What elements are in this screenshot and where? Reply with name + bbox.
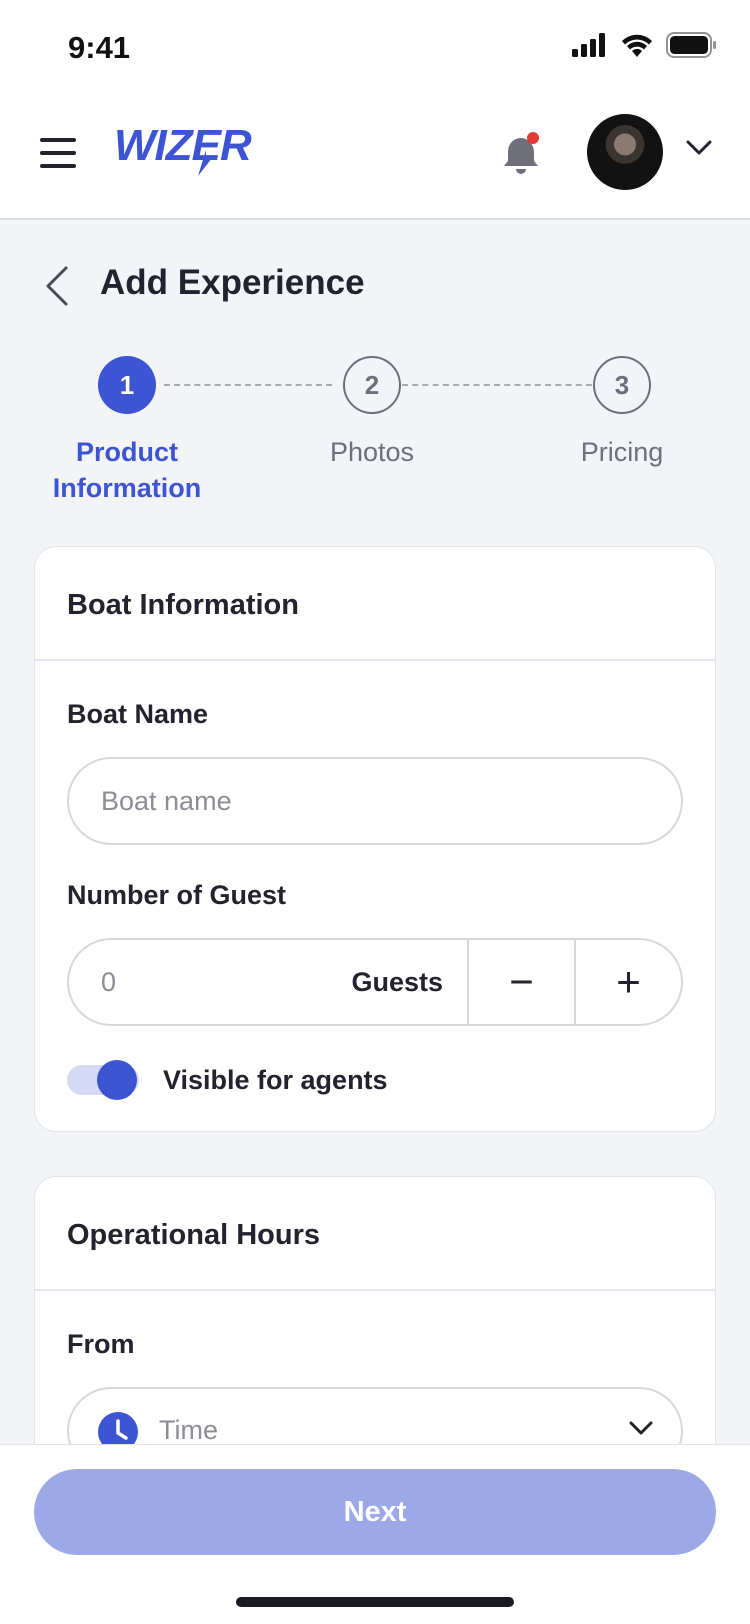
card-title: Operational Hours: [35, 1177, 715, 1291]
notification-dot: [527, 132, 539, 144]
chevron-down-icon: [629, 1421, 653, 1435]
home-indicator: [236, 1597, 514, 1607]
back-arrow-icon[interactable]: [40, 264, 80, 308]
wifi-icon: [622, 34, 652, 57]
page-title: Add Experience: [100, 263, 365, 302]
from-label: From: [67, 1329, 135, 1359]
user-avatar[interactable]: [587, 114, 663, 190]
progress-stepper: 1 2 3 Product Information Photos Pricing: [0, 356, 750, 516]
next-button[interactable]: Next: [34, 1469, 716, 1555]
status-bar: 9:41: [0, 0, 750, 96]
guests-value: 0: [101, 966, 117, 997]
step-3-circle[interactable]: 3: [593, 356, 651, 414]
boat-name-label: Boat Name: [67, 699, 209, 729]
step-1-circle[interactable]: 1: [98, 356, 156, 414]
guests-stepper: 0 Guests − +: [67, 938, 683, 1026]
step-3-label[interactable]: Pricing: [522, 434, 722, 470]
decrement-button[interactable]: −: [467, 940, 574, 1024]
status-icons: [572, 32, 718, 58]
battery-icon: [666, 32, 716, 58]
bottom-action-bar: Next: [0, 1444, 750, 1624]
card-title: Boat Information: [35, 547, 715, 661]
visible-for-agents-toggle[interactable]: [67, 1060, 139, 1100]
step-1-label[interactable]: Product Information: [27, 434, 227, 506]
status-time: 9:41: [68, 30, 131, 65]
brand-text: WIZER: [114, 121, 252, 170]
menu-icon[interactable]: [40, 138, 76, 168]
from-time-value: Time: [159, 1415, 218, 1445]
chevron-down-icon[interactable]: [686, 140, 712, 156]
step-connector: [164, 384, 332, 386]
notification-bell-icon[interactable]: [498, 130, 546, 178]
guests-value-field[interactable]: 0 Guests: [69, 940, 467, 1024]
increment-button[interactable]: +: [574, 940, 681, 1024]
cellular-signal-icon: [572, 33, 605, 57]
boat-name-input[interactable]: [67, 757, 683, 845]
step-connector: [402, 384, 592, 386]
step-2-circle[interactable]: 2: [343, 356, 401, 414]
guests-label: Number of Guest: [67, 880, 287, 910]
guests-unit: Guests: [351, 966, 443, 997]
boat-information-card: Boat Information Boat Name Number of Gue…: [34, 546, 716, 1132]
step-2-label[interactable]: Photos: [272, 434, 472, 470]
wizer-logo[interactable]: WIZER: [114, 120, 294, 185]
app-header: WIZER: [0, 96, 750, 220]
visible-for-agents-label: Visible for agents: [163, 1065, 388, 1095]
